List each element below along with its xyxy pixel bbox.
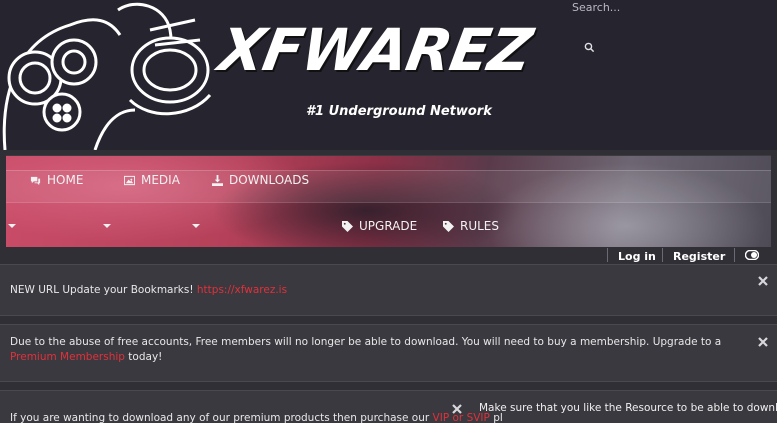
style-toggle-icon[interactable] [745,250,759,260]
nav-media[interactable]: MEDIA [124,173,180,187]
logo-mascot-icon[interactable] [0,0,220,150]
nav-home-label: HOME [47,173,84,187]
nav-dropdown-caret[interactable] [103,224,111,228]
nav-home[interactable]: HOME [30,173,83,187]
site-tagline: #1 Underground Network [306,104,492,119]
notice-message: If you are wanting to download any of ou… [10,412,433,423]
dismiss-notice-button[interactable] [451,403,463,415]
comments-icon [30,176,41,185]
tag-icon [443,220,454,232]
notice-suffix: today! [124,351,163,363]
dismiss-notice-button[interactable] [757,336,769,348]
notice-link[interactable]: https://xfwarez.is [197,284,287,296]
dismiss-notice-button[interactable] [757,275,769,287]
site-logo[interactable]: XFWAREZ [214,16,536,84]
search-button[interactable] [584,38,600,54]
userbar-divider [607,248,608,262]
nav-upgrade[interactable]: UPGRADE [342,219,417,233]
close-icon [758,276,768,286]
notice-text: Due to the abuse of free accounts, Free … [10,335,740,365]
download-icon [212,174,223,186]
nav-rules[interactable]: RULES [443,219,499,233]
nav-dropdown-caret[interactable] [192,224,200,228]
notice-new-url: NEW URL Update your Bookmarks! https://x… [0,264,777,316]
site-header: XFWAREZ #1 Underground Network [0,0,777,150]
close-icon [758,337,768,347]
notice-text: NEW URL Update your Bookmarks! https://x… [10,283,287,298]
register-link[interactable]: Register [673,249,725,263]
nav-media-label: MEDIA [141,173,180,187]
nav-downloads-label: DOWNLOADS [229,173,310,187]
nav-upgrade-label: UPGRADE [359,219,418,233]
notice-message: Due to the abuse of free accounts, Free … [10,336,722,348]
main-navigation: HOME MEDIA DOWNLOADS UPGRADE RULES [6,155,771,247]
notice-free-accounts: Due to the abuse of free accounts, Free … [0,324,777,382]
close-icon [452,404,462,414]
nav-dropdown-caret[interactable] [8,224,16,228]
nav-strip [6,170,771,203]
nav-downloads[interactable]: DOWNLOADS [212,173,309,187]
like-resource-notice: Make sure that you like the Resource to … [479,402,777,414]
premium-membership-link[interactable]: Premium Membership [10,351,125,363]
search-icon [584,42,595,53]
login-link[interactable]: Log in [618,249,656,263]
nav-rules-label: RULES [460,219,500,233]
notice-text: If you are wanting to download any of ou… [10,411,503,423]
tag-icon [342,220,353,232]
userbar-divider [734,248,735,262]
image-icon [124,175,135,185]
search-input[interactable] [572,0,777,14]
userbar-divider [662,248,663,262]
notice-message: NEW URL Update your Bookmarks! [10,284,197,296]
